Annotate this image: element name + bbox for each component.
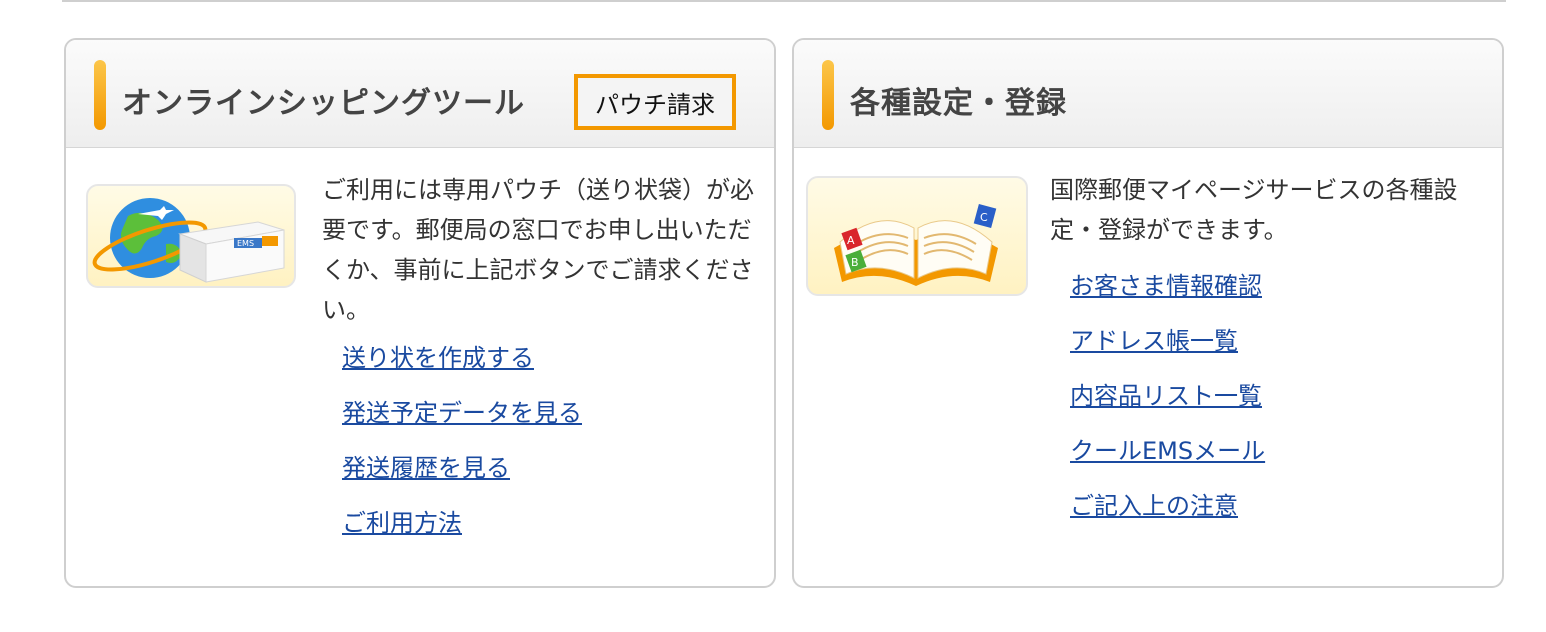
list-item: お客さま情報確認: [1070, 266, 1265, 321]
settings-panel: 各種設定・登録 A B C 国際郵便マイページサービスの各種設定・登録ができます…: [792, 38, 1504, 588]
settings-description: 国際郵便マイページサービスの各種設定・登録ができます。: [1050, 176, 1458, 244]
ems-label: EMS: [237, 239, 254, 248]
book-icon: A B C: [834, 204, 998, 286]
shipping-description: ご利用には専用パウチ（送り状袋）が必要です。郵便局の窓口でお申し出いただくか、事…: [322, 176, 754, 324]
usage-guide-link[interactable]: ご利用方法: [342, 509, 462, 537]
list-item: クールEMSメール: [1070, 431, 1265, 486]
address-book-link[interactable]: アドレス帳一覧: [1070, 327, 1238, 355]
shipping-history-link[interactable]: 発送履歴を見る: [342, 454, 510, 482]
list-item: 内容品リスト一覧: [1070, 376, 1265, 431]
list-item: 送り状を作成する: [342, 338, 582, 393]
list-item: アドレス帳一覧: [1070, 321, 1265, 376]
tab-letter-a: A: [847, 234, 855, 247]
tab-letter-c: C: [980, 211, 988, 224]
list-item: 発送履歴を見る: [342, 448, 582, 503]
list-item: ご記入上の注意: [1070, 486, 1265, 541]
customer-info-link[interactable]: お客さま情報確認: [1070, 272, 1262, 300]
accent-bar: [822, 60, 834, 130]
shipping-illustration: EMS: [86, 184, 296, 288]
accent-bar: [94, 60, 106, 130]
contents-list-link[interactable]: 内容品リスト一覧: [1070, 382, 1262, 410]
online-shipping-panel: オンラインシッピングツール パウチ請求 EMS ご利用には専用パウチ（送り状袋）…: [64, 38, 776, 588]
shipping-links: 送り状を作成する 発送予定データを見る 発送履歴を見る ご利用方法: [342, 338, 582, 558]
address-book-illustration: A B C: [806, 176, 1028, 296]
panel-title: オンラインシッピングツール: [122, 86, 525, 121]
create-label-link[interactable]: 送り状を作成する: [342, 344, 534, 372]
list-item: ご利用方法: [342, 503, 582, 558]
top-divider: [62, 0, 1506, 2]
pouch-request-button[interactable]: パウチ請求: [574, 74, 736, 130]
globe-box-icon: EMS: [92, 198, 285, 283]
tab-letter-b: B: [851, 256, 859, 269]
settings-links: お客さま情報確認 アドレス帳一覧 内容品リスト一覧 クールEMSメール ご記入上…: [1070, 266, 1265, 541]
planned-shipments-link[interactable]: 発送予定データを見る: [342, 399, 582, 427]
panel-header: オンラインシッピングツール パウチ請求: [66, 40, 774, 148]
panel-header: 各種設定・登録: [794, 40, 1502, 148]
panel-title: 各種設定・登録: [850, 86, 1067, 121]
list-item: 発送予定データを見る: [342, 393, 582, 448]
entry-notes-link[interactable]: ご記入上の注意: [1070, 492, 1238, 520]
cool-ems-mail-link[interactable]: クールEMSメール: [1070, 437, 1265, 465]
